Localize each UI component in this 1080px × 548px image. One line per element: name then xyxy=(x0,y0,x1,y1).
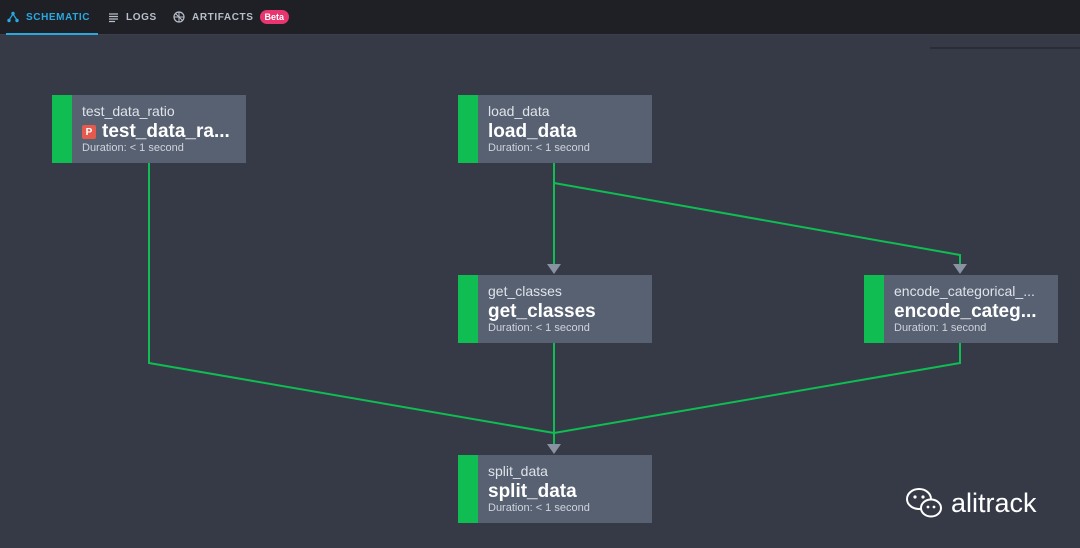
node-title: split_data xyxy=(488,481,577,503)
node-title-text: get_classes xyxy=(488,301,596,322)
status-bar xyxy=(458,455,478,523)
node-duration: Duration: < 1 second xyxy=(488,322,590,334)
node-title: load_data xyxy=(488,121,577,143)
watermark-text: alitrack xyxy=(951,487,1037,518)
node-title: encode_categ... xyxy=(894,301,1037,323)
node-split-data[interactable]: split_data split_data Duration: < 1 seco… xyxy=(458,455,652,523)
node-subtitle: split_data xyxy=(488,463,548,479)
node-duration: Duration: < 1 second xyxy=(488,142,590,154)
edge-encode-categorical-to-split-data xyxy=(553,343,961,434)
node-title-text: test_data_ra... xyxy=(102,121,230,142)
node-subtitle: test_data_ratio xyxy=(82,103,175,119)
parameter-badge: P xyxy=(82,125,96,139)
status-bar xyxy=(864,275,884,343)
edge-load-data-to-encode-categorical xyxy=(553,182,961,265)
node-subtitle: load_data xyxy=(488,103,550,119)
arrowhead-get-classes xyxy=(547,264,561,274)
node-title-text: split_data xyxy=(488,481,577,502)
node-load-data[interactable]: load_data load_data Duration: < 1 second xyxy=(458,95,652,163)
node-subtitle: encode_categorical_... xyxy=(894,283,1035,299)
node-duration: Duration: 1 second xyxy=(894,322,987,334)
node-title-text: load_data xyxy=(488,121,577,142)
status-bar xyxy=(458,95,478,163)
arrowhead-split-data xyxy=(547,444,561,454)
node-title-text: encode_categ... xyxy=(894,301,1037,322)
status-bar xyxy=(52,95,72,163)
arrowhead-encode-categorical xyxy=(953,264,967,274)
node-title: P test_data_ra... xyxy=(82,121,230,143)
node-encode-categorical[interactable]: encode_categorical_... encode_categ... D… xyxy=(864,275,1058,343)
wechat-icon xyxy=(906,488,942,518)
status-bar xyxy=(458,275,478,343)
node-duration: Duration: < 1 second xyxy=(82,142,184,154)
node-subtitle: get_classes xyxy=(488,283,562,299)
watermark: alitrack xyxy=(905,485,1037,521)
node-test-data-ratio[interactable]: test_data_ratio P test_data_ra... Durati… xyxy=(52,95,246,163)
node-title: get_classes xyxy=(488,301,596,323)
node-get-classes[interactable]: get_classes get_classes Duration: < 1 se… xyxy=(458,275,652,343)
node-duration: Duration: < 1 second xyxy=(488,502,590,514)
